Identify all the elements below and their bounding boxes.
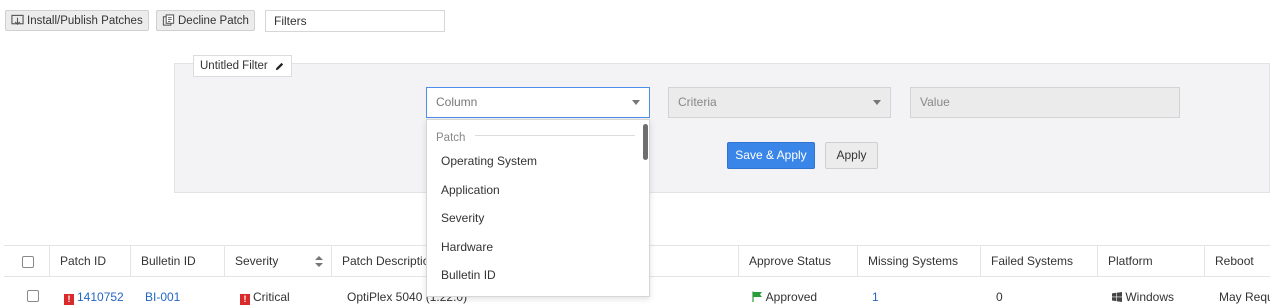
- criteria-select[interactable]: Criteria: [668, 87, 891, 118]
- critical-alert-icon: !: [64, 294, 74, 305]
- filter-tab-name: Untitled Filter: [200, 60, 268, 72]
- edit-pencil-icon[interactable]: [274, 61, 285, 72]
- dropdown-scrollbar[interactable]: [643, 124, 648, 160]
- header-severity-label: Severity: [235, 254, 279, 268]
- dropdown-item-hardware[interactable]: Hardware: [441, 240, 493, 254]
- header-missing-systems[interactable]: Missing Systems: [858, 246, 981, 276]
- row-missing-systems[interactable]: 1: [872, 290, 879, 304]
- dropdown-group-label: Patch: [436, 132, 466, 144]
- header-approve-status[interactable]: Approve Status: [738, 246, 858, 276]
- dropdown-item-operating-system[interactable]: Operating System: [441, 154, 537, 168]
- apply-button[interactable]: Apply: [825, 142, 878, 169]
- row-severity: ! Critical: [240, 290, 290, 305]
- column-dropdown: Patch Operating System Application Sever…: [426, 119, 650, 297]
- install-patch-icon: [11, 14, 24, 26]
- patch-id-link[interactable]: 1410752: [77, 290, 124, 304]
- column-select-placeholder: Column: [436, 95, 478, 109]
- filter-tab-untitled[interactable]: Untitled Filter: [193, 55, 292, 77]
- row-reboot: May Requ: [1219, 290, 1270, 304]
- save-apply-button[interactable]: Save & Apply: [727, 142, 815, 169]
- install-publish-patches-label: Install/Publish Patches: [27, 14, 143, 27]
- header-reboot[interactable]: Reboot: [1205, 246, 1270, 276]
- sort-icon[interactable]: [315, 256, 323, 267]
- header-patch-id[interactable]: Patch ID: [50, 246, 131, 276]
- select-all-cell: [4, 246, 50, 276]
- chevron-down-icon: [873, 100, 881, 105]
- row-approve-status: Approved: [752, 290, 817, 304]
- install-publish-patches-button[interactable]: Install/Publish Patches: [5, 10, 149, 31]
- dropdown-group-divider: [475, 135, 635, 136]
- row-checkbox[interactable]: [27, 290, 39, 302]
- row-failed-systems: 0: [996, 290, 1003, 304]
- row-bulletin-id[interactable]: BI-001: [145, 290, 180, 304]
- value-input-placeholder: Value: [920, 95, 950, 109]
- filters-input[interactable]: Filters: [265, 10, 445, 32]
- filter-panel: [174, 63, 1270, 193]
- header-severity[interactable]: Severity: [225, 246, 332, 276]
- windows-icon: [1112, 292, 1122, 302]
- decline-patch-label: Decline Patch: [178, 14, 249, 27]
- decline-patch-button[interactable]: Decline Patch: [156, 10, 255, 31]
- platform-value: Windows: [1125, 290, 1175, 304]
- header-patch-description[interactable]: Patch Descriptio: [332, 246, 428, 276]
- criteria-select-placeholder: Criteria: [678, 95, 717, 109]
- header-bulletin-id[interactable]: Bulletin ID: [131, 246, 225, 276]
- header-failed-systems[interactable]: Failed Systems: [981, 246, 1098, 276]
- row-platform: Windows: [1112, 290, 1174, 304]
- row-patch-id[interactable]: ! 1410752: [64, 290, 124, 305]
- approve-status-value: Approved: [765, 290, 818, 304]
- critical-alert-icon: !: [240, 294, 250, 305]
- value-input[interactable]: Value: [910, 87, 1180, 118]
- flag-icon: [752, 291, 762, 302]
- severity-value: Critical: [253, 290, 290, 304]
- chevron-down-icon: [632, 100, 640, 105]
- header-platform[interactable]: Platform: [1098, 246, 1205, 276]
- dropdown-item-severity[interactable]: Severity: [441, 211, 484, 225]
- dropdown-item-application[interactable]: Application: [441, 183, 500, 197]
- column-select[interactable]: Column: [426, 87, 650, 118]
- select-all-checkbox[interactable]: [22, 256, 34, 268]
- decline-patch-icon: [162, 14, 175, 26]
- dropdown-item-bulletin-id[interactable]: Bulletin ID: [441, 268, 496, 282]
